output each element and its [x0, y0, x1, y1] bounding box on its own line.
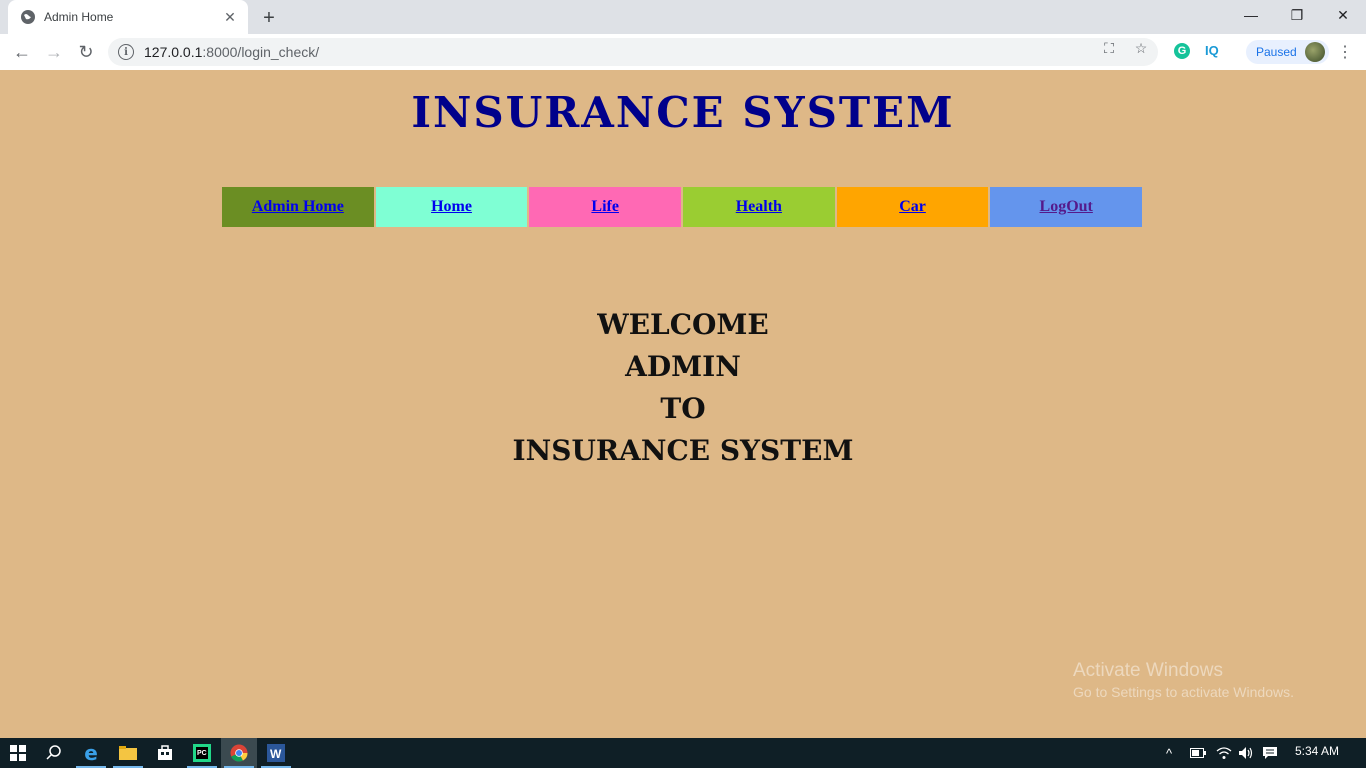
taskbar: e PC W ^ 5:34 AM: [0, 738, 1366, 768]
translate-icon[interactable]: ⛶: [1101, 40, 1117, 56]
watermark-subtitle: Go to Settings to activate Windows.: [1073, 684, 1294, 700]
browser-tab[interactable]: Admin Home ✕: [8, 0, 248, 34]
store-icon[interactable]: [147, 738, 183, 768]
new-tab-button[interactable]: +: [258, 7, 280, 29]
svg-text:PC: PC: [197, 750, 207, 757]
word-icon[interactable]: W: [258, 738, 294, 768]
tab-title: Admin Home: [44, 10, 114, 24]
welcome-line: ADMIN: [625, 350, 741, 383]
welcome-line: WELCOME: [597, 308, 769, 341]
forward-icon[interactable]: →: [40, 38, 68, 66]
restore-icon[interactable]: ❐: [1274, 0, 1320, 30]
activate-windows-watermark: Activate Windows Go to Settings to activ…: [1073, 660, 1294, 700]
battery-icon[interactable]: [1190, 738, 1206, 768]
close-window-icon[interactable]: ✕: [1320, 0, 1366, 30]
avatar: [1304, 42, 1325, 62]
nav-health[interactable]: Health: [683, 187, 835, 227]
url-text: 127.0.0.1:8000/login_check/: [144, 44, 320, 60]
nav-home[interactable]: Home: [375, 187, 528, 227]
search-icon[interactable]: [36, 738, 72, 768]
browser-toolbar: ← → ↻ i 127.0.0.1:8000/login_check/ ⛶ ☆ …: [0, 34, 1366, 71]
notifications-icon[interactable]: [1262, 738, 1278, 768]
site-info-icon[interactable]: i: [118, 44, 134, 60]
volume-icon[interactable]: [1238, 738, 1254, 768]
nav-car[interactable]: Car: [836, 187, 989, 227]
watermark-title: Activate Windows: [1073, 660, 1223, 681]
profile-status: Paused: [1256, 45, 1297, 59]
menu-icon[interactable]: ⋮: [1337, 42, 1353, 62]
page-body: INSURANCE SYSTEM Admin Home Home Life He…: [0, 70, 1366, 738]
address-bar[interactable]: i 127.0.0.1:8000/login_check/: [108, 38, 1158, 66]
tab-strip: Admin Home ✕ + — ❐ ✕: [0, 0, 1366, 34]
nav-life[interactable]: Life: [529, 187, 682, 227]
file-explorer-icon[interactable]: [110, 738, 146, 768]
iq-extension-icon[interactable]: IQ: [1205, 43, 1219, 58]
windows-start-icon[interactable]: [0, 738, 36, 768]
chrome-icon[interactable]: [221, 738, 257, 768]
taskbar-clock[interactable]: 5:34 AM: [1284, 744, 1350, 758]
page-title: INSURANCE SYSTEM: [411, 88, 955, 137]
profile-button[interactable]: Paused: [1246, 40, 1329, 64]
back-icon[interactable]: ←: [8, 38, 36, 66]
edge-icon[interactable]: e: [73, 738, 109, 768]
welcome-message: WELCOME ADMIN TO INSURANCE SYSTEM: [0, 304, 1366, 472]
welcome-line: TO: [660, 392, 706, 425]
nav-admin-home[interactable]: Admin Home: [222, 187, 374, 227]
reload-icon[interactable]: ↻: [72, 38, 100, 66]
pycharm-icon[interactable]: PC: [184, 738, 220, 768]
nav-logout[interactable]: LogOut: [990, 187, 1143, 227]
close-tab-icon[interactable]: ✕: [222, 9, 238, 25]
globe-icon: [21, 10, 35, 24]
main-nav: Admin Home Home Life Health Car LogOut: [222, 187, 1144, 227]
grammarly-icon[interactable]: G: [1174, 43, 1190, 59]
bookmark-star-icon[interactable]: ☆: [1133, 40, 1149, 56]
welcome-line: INSURANCE SYSTEM: [512, 434, 854, 467]
minimize-icon[interactable]: —: [1228, 0, 1274, 30]
show-hidden-icons-icon[interactable]: ^: [1166, 738, 1172, 768]
svg-text:W: W: [270, 747, 282, 761]
wifi-icon[interactable]: [1216, 738, 1232, 768]
